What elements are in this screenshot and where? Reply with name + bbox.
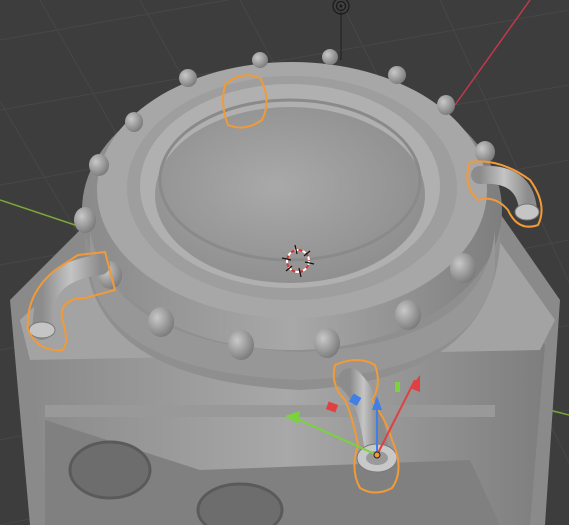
bowl-interior <box>155 107 425 283</box>
base-foot <box>45 405 495 417</box>
gizmo-plane-yz[interactable] <box>395 382 400 392</box>
bolt <box>252 52 268 68</box>
bolt <box>475 141 495 163</box>
bolt <box>228 330 254 360</box>
y-axis-line <box>0 199 76 226</box>
light-icon[interactable] <box>332 0 350 15</box>
bolt <box>395 300 421 330</box>
viewport-scene[interactable] <box>0 0 569 525</box>
bolt <box>388 66 406 84</box>
bolt <box>450 253 476 283</box>
bolt <box>322 49 338 65</box>
bolt <box>314 328 340 358</box>
port-hole-right <box>196 482 284 525</box>
object-origin-icon[interactable] <box>373 451 381 459</box>
bolt <box>89 154 109 176</box>
3d-viewport[interactable] <box>0 0 569 525</box>
port-hole-left <box>68 440 152 500</box>
x-axis-line <box>454 0 531 106</box>
bolt <box>148 307 174 337</box>
bolt <box>74 207 96 233</box>
bolt <box>437 95 455 115</box>
bolt <box>179 69 197 87</box>
bolt <box>125 112 143 132</box>
